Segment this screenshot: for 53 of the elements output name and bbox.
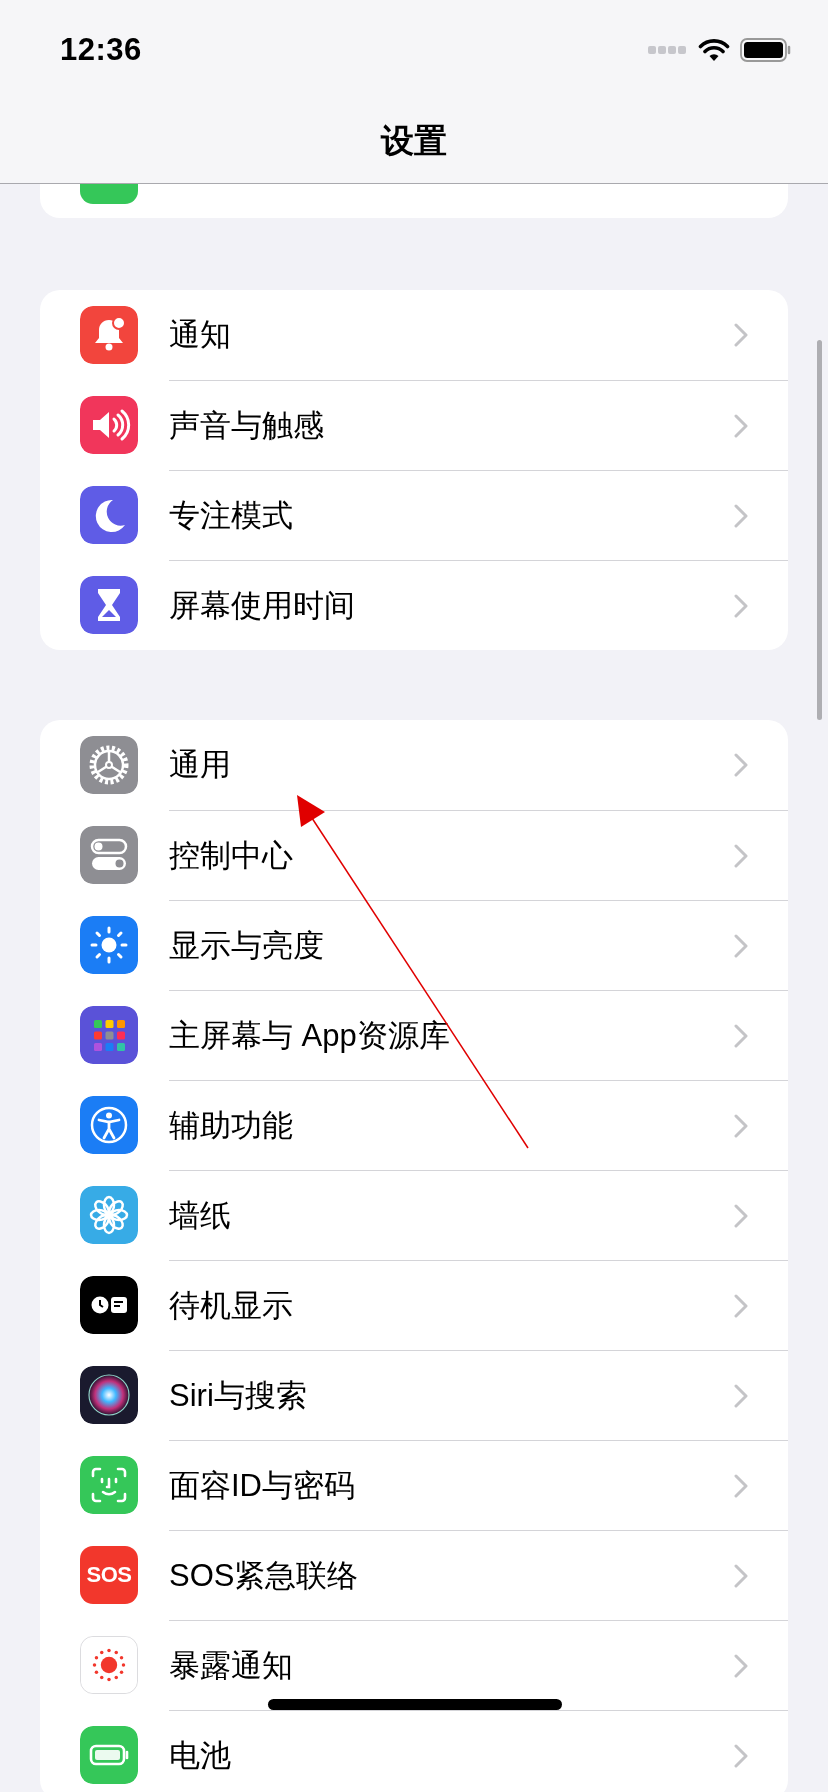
- settings-row[interactable]: SOS SOS紧急联络: [40, 1530, 788, 1620]
- chevron-icon: [734, 933, 748, 958]
- settings-row[interactable]: 显示与亮度: [40, 900, 788, 990]
- orb-icon: [80, 1366, 138, 1424]
- settings-row[interactable]: 声音与触感: [40, 380, 788, 470]
- status-time: 12:36: [60, 32, 142, 68]
- settings-row[interactable]: 墙纸: [40, 1170, 788, 1260]
- settings-row[interactable]: 通知: [40, 290, 788, 380]
- bell-icon: [80, 306, 138, 364]
- person-icon: [80, 1096, 138, 1154]
- settings-row[interactable]: 专注模式: [40, 470, 788, 560]
- hourglass-icon: [80, 576, 138, 634]
- settings-row[interactable]: 主屏幕与 App资源库: [40, 990, 788, 1080]
- chevron-icon: [734, 1023, 748, 1048]
- chevron-icon: [734, 1293, 748, 1318]
- speaker-icon: [80, 396, 138, 454]
- chevron-icon: [734, 503, 748, 528]
- chevron-icon: [734, 1653, 748, 1678]
- toggles-icon: [80, 826, 138, 884]
- sos-icon: SOS: [80, 1546, 138, 1604]
- wifi-icon: [698, 38, 730, 62]
- settings-row[interactable]: 待机显示: [40, 1260, 788, 1350]
- chevron-icon: [734, 413, 748, 438]
- settings-row[interactable]: 电池: [40, 1710, 788, 1792]
- face-icon: [80, 1456, 138, 1514]
- sun-icon: [80, 916, 138, 974]
- chevron-icon: [734, 1203, 748, 1228]
- moon-icon: [80, 486, 138, 544]
- chevron-icon: [734, 593, 748, 618]
- settings-row[interactable]: 控制中心: [40, 810, 788, 900]
- chevron-icon: [734, 1743, 748, 1768]
- battery-icon: [80, 1726, 138, 1784]
- settings-row[interactable]: 辅助功能: [40, 1080, 788, 1170]
- settings-row[interactable]: 面容ID与密码: [40, 1440, 788, 1530]
- chevron-icon: [734, 323, 748, 347]
- gear-icon: [80, 736, 138, 794]
- settings-row[interactable]: 通用: [40, 720, 788, 810]
- signal-icon: [648, 45, 688, 55]
- grid-icon: [80, 1006, 138, 1064]
- settings-row[interactable]: Siri与搜索: [40, 1350, 788, 1440]
- page-title: 设置: [381, 121, 447, 161]
- chevron-icon: [734, 1383, 748, 1408]
- clock-icon: [80, 1276, 138, 1334]
- app-icon: [80, 184, 138, 204]
- chevron-icon: [734, 1113, 748, 1138]
- settings-row[interactable]: 屏幕使用时间: [40, 560, 788, 650]
- dotted-sun-icon: [80, 1636, 138, 1694]
- chevron-icon: [734, 843, 748, 868]
- battery-icon: [740, 38, 792, 62]
- flower-icon: [80, 1186, 138, 1244]
- chevron-icon: [734, 753, 748, 777]
- chevron-icon: [734, 1563, 748, 1588]
- chevron-icon: [734, 1473, 748, 1498]
